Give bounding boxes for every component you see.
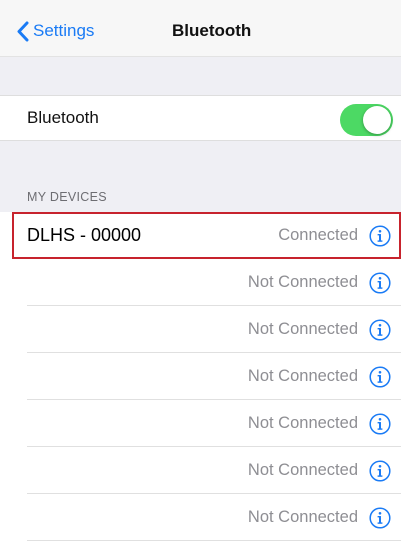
info-icon[interactable] [369, 460, 391, 482]
info-icon[interactable] [369, 225, 391, 247]
bluetooth-label: Bluetooth [27, 108, 99, 127]
row-separator [27, 540, 401, 541]
info-icon[interactable] [369, 413, 391, 435]
device-row[interactable]: DLHS - 00000 Connected [0, 212, 401, 259]
device-row[interactable]: Not Connected [0, 400, 401, 447]
navigation-bar: Settings Bluetooth [0, 0, 401, 57]
device-status: Not Connected [247, 320, 358, 338]
section-spacer [0, 57, 401, 95]
toggle-knob [363, 106, 391, 134]
bluetooth-toggle-row: Bluetooth [0, 95, 401, 141]
device-status: Not Connected [247, 367, 358, 385]
info-icon[interactable] [369, 272, 391, 294]
device-row[interactable]: Not Connected [0, 494, 401, 541]
device-status: Not Connected [247, 414, 358, 432]
device-name: DLHS - 00000 [27, 225, 142, 245]
info-icon[interactable] [369, 319, 391, 341]
chevron-left-icon [17, 21, 29, 41]
device-status: Not Connected [247, 508, 358, 526]
device-row[interactable]: Not Connected [0, 353, 401, 400]
device-row[interactable]: Not Connected [0, 259, 401, 306]
device-status: Connected [278, 226, 358, 244]
page-title: Bluetooth [172, 21, 252, 40]
section-header-my-devices: MY DEVICES [27, 190, 107, 204]
device-status: Not Connected [247, 273, 358, 291]
back-button[interactable]: Settings [16, 19, 94, 43]
bluetooth-toggle[interactable] [340, 104, 393, 136]
info-icon[interactable] [369, 507, 391, 529]
back-button-label: Settings [33, 21, 95, 40]
device-row[interactable]: Not Connected [0, 447, 401, 494]
device-row[interactable]: Not Connected [0, 306, 401, 353]
device-status: Not Connected [247, 461, 358, 479]
info-icon[interactable] [369, 366, 391, 388]
